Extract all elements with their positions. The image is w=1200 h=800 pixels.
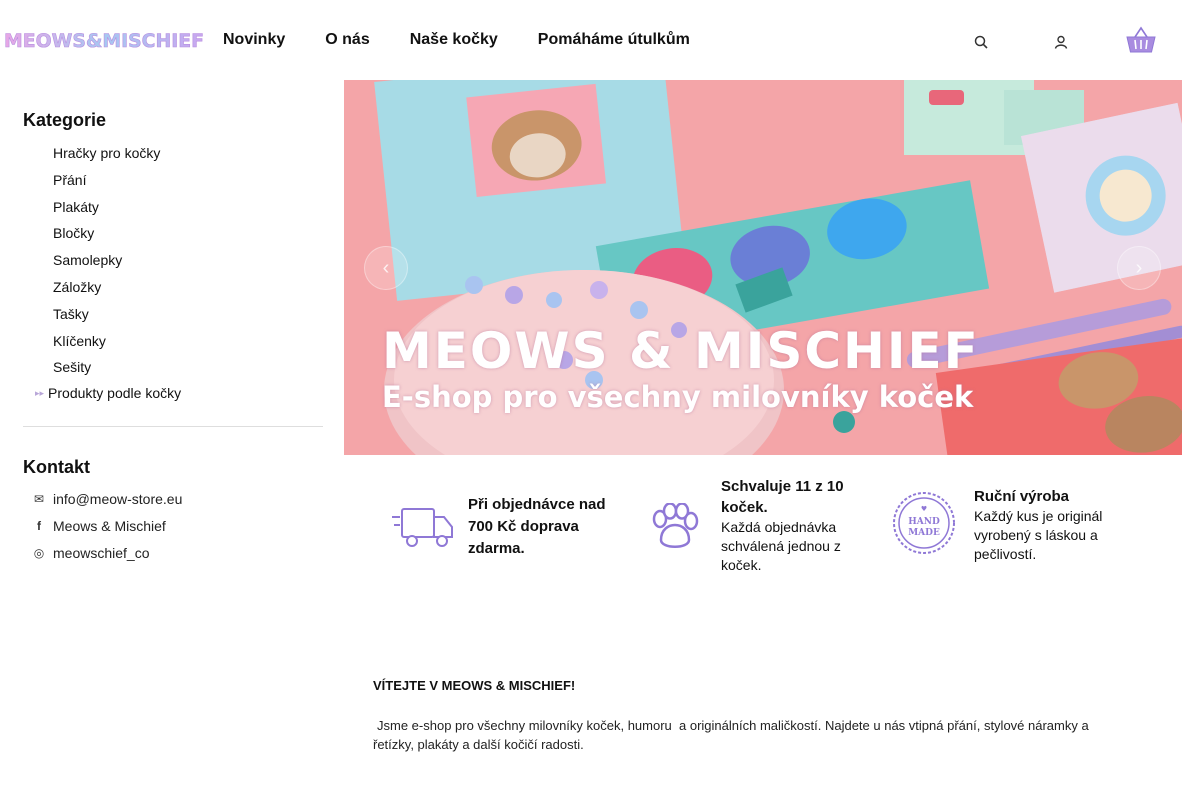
category-item[interactable]: Bločky <box>53 223 160 250</box>
feature-handmade-title: Ruční výroba <box>974 488 1070 505</box>
contact-facebook-label: Meows & Mischief <box>53 518 166 534</box>
svg-text:MADE: MADE <box>908 528 940 538</box>
feature-shipping-title: Při objednávce nad 700 Kč doprava zdarma… <box>468 496 606 557</box>
welcome-text: Jsme e-shop pro všechny milovníky koček,… <box>373 718 1093 752</box>
category-item[interactable]: Tašky <box>53 304 160 331</box>
carousel-next-button[interactable]: › <box>1117 246 1161 290</box>
contact-instagram[interactable]: ◎ meowschief_co <box>31 545 150 561</box>
feature-shipping: Při objednávce nad 700 Kč doprava zdarma… <box>468 494 618 560</box>
feature-cats-approve-text: Každá objednávka schválená jednou z koče… <box>721 519 841 573</box>
category-list: Hračky pro kočky Přání Plakáty Bločky Sa… <box>53 143 160 384</box>
category-item-label: Produkty podle kočky <box>48 385 182 401</box>
carousel-prev-button[interactable]: ‹ <box>364 246 408 290</box>
nav-novinky[interactable]: Novinky <box>223 30 285 50</box>
hero-title: MEOWS & MISCHIEF <box>382 322 980 380</box>
cart-icon[interactable] <box>1126 26 1156 54</box>
nav-nase-kocky[interactable]: Naše kočky <box>410 30 498 50</box>
contact-email[interactable]: ✉ info@meow-store.eu <box>31 491 182 507</box>
user-icon[interactable] <box>1049 30 1073 54</box>
hero-banner[interactable]: ‹ › MEOWS & MISCHIEF E-shop pro všechny … <box>344 80 1182 455</box>
site-logo[interactable]: MEOWS&MISCHIEF <box>4 26 206 54</box>
facebook-icon: f <box>37 519 41 533</box>
expand-icon[interactable]: ▸▸ <box>35 388 44 399</box>
site-header: MEOWS&MISCHIEF Novinky O nás Naše kočky … <box>0 0 1200 80</box>
category-item-products-by-cat[interactable]: ▸▸ Produkty podle kočky <box>35 385 181 401</box>
contact-title: Kontakt <box>23 457 90 477</box>
hero-subtitle: E-shop pro všechny milovníky koček <box>382 380 974 414</box>
svg-text:♥: ♥ <box>921 505 927 513</box>
category-item[interactable]: Hračky pro kočky <box>53 143 160 170</box>
category-item[interactable]: Přání <box>53 170 160 197</box>
welcome-title: VÍTEJTE V MEOWS & MISCHIEF! <box>373 678 576 693</box>
truck-icon <box>392 508 453 547</box>
category-item[interactable]: Sešity <box>53 357 160 384</box>
category-item[interactable]: Záložky <box>53 277 160 304</box>
feature-cats-approve-title: Schvaluje 11 z 10 koček. <box>721 478 844 516</box>
nav-pomahame-utulkum[interactable]: Pomáháme útulkům <box>538 30 690 50</box>
feature-handmade: Ruční výroba Každý kus je originál vyrob… <box>974 486 1114 564</box>
feature-handmade-text: Každý kus je originál vyrobený s láskou … <box>974 508 1103 562</box>
nav-o-nas[interactable]: O nás <box>325 30 369 50</box>
feature-cats-approve: Schvaluje 11 z 10 koček. Každá objednávk… <box>721 476 861 575</box>
contact-email-label: info@meow-store.eu <box>53 491 183 507</box>
categories-title: Kategorie <box>23 110 107 130</box>
category-item[interactable]: Plakáty <box>53 197 160 224</box>
sidebar-divider <box>23 426 323 427</box>
category-item[interactable]: Klíčenky <box>53 331 160 358</box>
contact-facebook[interactable]: f Meows & Mischief <box>31 518 166 534</box>
category-item[interactable]: Samolepky <box>53 250 160 277</box>
svg-text:HAND: HAND <box>908 517 940 527</box>
paw-icon <box>652 503 699 548</box>
search-icon[interactable] <box>969 30 993 54</box>
contact-instagram-label: meowschief_co <box>53 545 150 561</box>
handmade-icon: ♥ HAND MADE <box>893 492 955 554</box>
instagram-icon: ◎ <box>33 546 45 560</box>
main-nav: Novinky O nás Naše kočky Pomáháme útulků… <box>223 30 730 50</box>
svg-text:MEOWS&MISCHIEF: MEOWS&MISCHIEF <box>4 30 204 52</box>
sidebar: Kategorie Hračky pro kočky Přání Plakáty… <box>4 80 344 800</box>
email-icon: ✉ <box>33 492 45 506</box>
